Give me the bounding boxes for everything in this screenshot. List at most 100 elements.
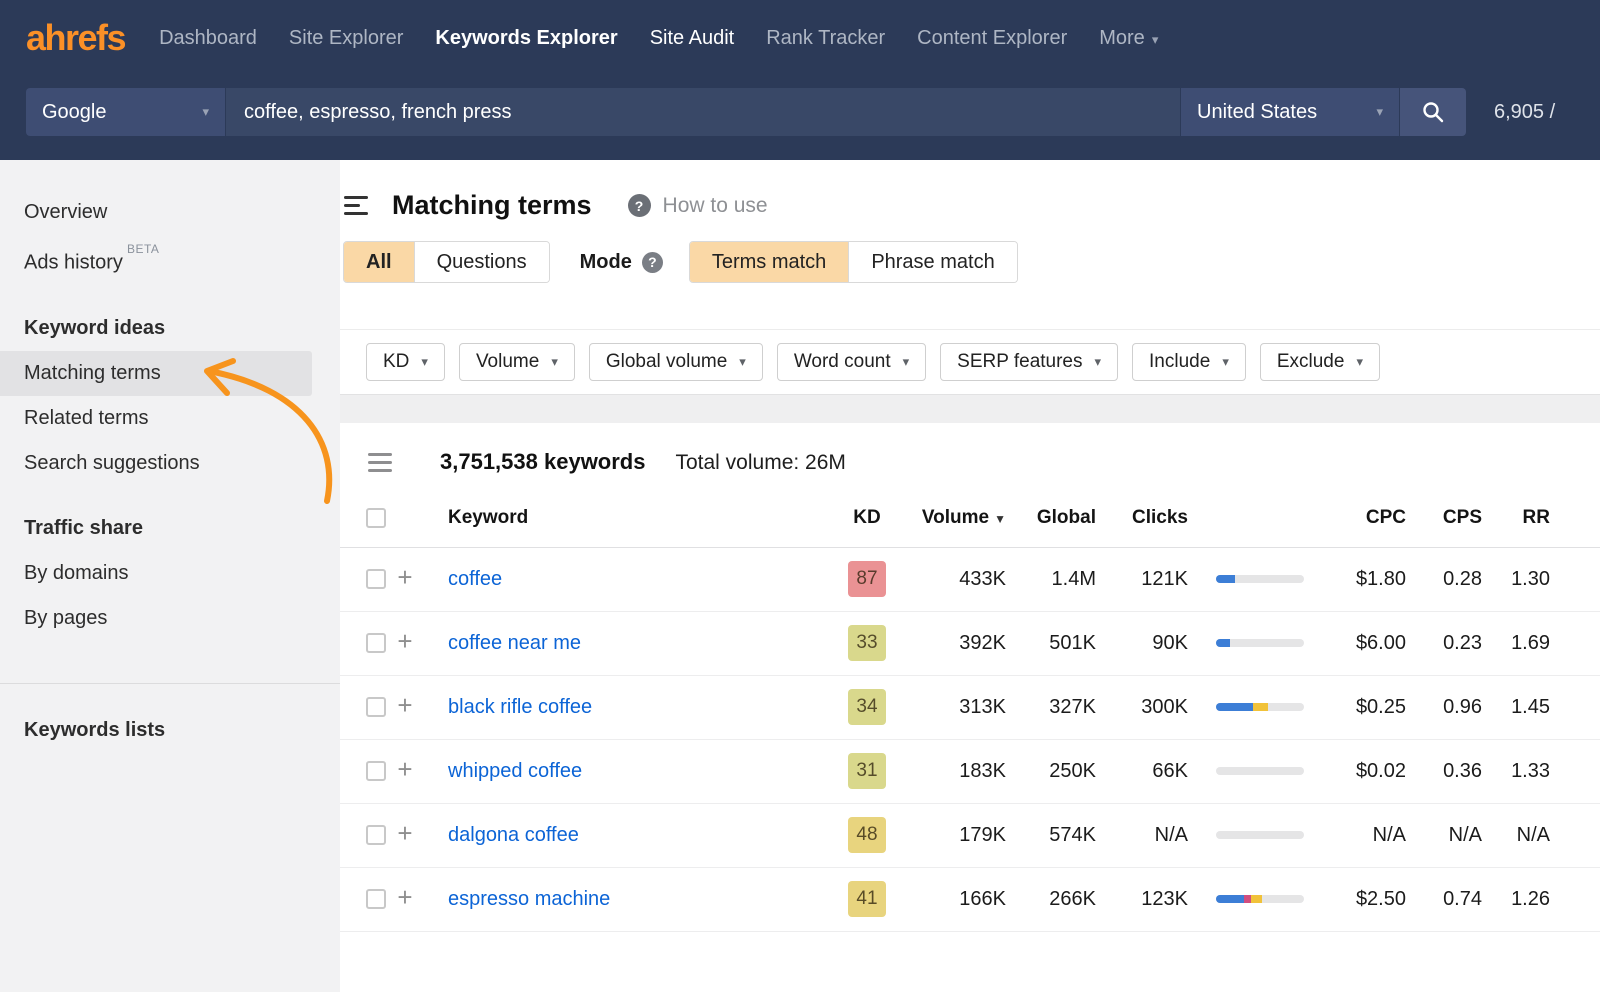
tab-all[interactable]: All [344,242,414,282]
select-all-checkbox[interactable] [366,508,386,528]
row-checkbox[interactable] [366,825,386,845]
table-row: + coffee 87 433K 1.4M 121K $1.80 0.28 1.… [340,547,1600,611]
how-to-use-link[interactable]: ? How to use [628,194,768,218]
top-navigation: ahrefs Dashboard Site Explorer Keywords … [0,0,1600,160]
row-checkbox[interactable] [366,569,386,589]
add-to-list-icon[interactable]: + [397,567,412,587]
tab-questions[interactable]: Questions [414,242,549,282]
nav-content-explorer[interactable]: Content Explorer [917,27,1067,50]
filter-global-volume-label: Global volume [606,351,727,373]
ahrefs-logo[interactable]: ahrefs [26,17,125,59]
cpc-value: $0.02 [1320,739,1432,803]
volume-value: 433K [898,547,1010,611]
filter-kd[interactable]: KD▾ [366,343,445,381]
clicks-bar [1216,895,1304,903]
cps-value: 0.96 [1432,675,1508,739]
filter-serp-features[interactable]: SERP features▾ [940,343,1118,381]
volume-value: 179K [898,803,1010,867]
col-volume[interactable]: Volume▼ [898,489,1010,547]
filter-include-label: Include [1149,351,1210,373]
beta-badge: BETA [127,242,159,256]
col-keyword[interactable]: Keyword [424,489,836,547]
row-checkbox[interactable] [366,697,386,717]
cps-value: 0.74 [1432,867,1508,931]
nav-rank-tracker[interactable]: Rank Tracker [766,27,885,50]
keyword-link[interactable]: espresso machine [448,888,610,910]
col-kd[interactable]: KD [836,489,898,547]
col-cpc[interactable]: CPC [1320,489,1432,547]
table-row: + coffee near me 33 392K 501K 90K $6.00 … [340,611,1600,675]
section-gap [340,395,1600,423]
filter-volume[interactable]: Volume▾ [459,343,575,381]
keyword-link[interactable]: dalgona coffee [448,824,579,846]
main-panel: Matching terms ? How to use All Question… [340,160,1600,992]
clicks-bar [1216,575,1304,583]
add-to-list-icon[interactable]: + [397,823,412,843]
sidebar-item-search-suggestions[interactable]: Search suggestions [0,441,340,486]
rr-value: 1.45 [1508,675,1580,739]
table-row: + dalgona coffee 48 179K 574K N/A N/A N/… [340,803,1600,867]
row-checkbox[interactable] [366,761,386,781]
chevron-down-icon: ▾ [551,354,558,370]
keyword-link[interactable]: coffee [448,568,502,590]
clicks-value: 121K [1106,547,1202,611]
sidebar-item-by-domains[interactable]: By domains [0,551,340,596]
volume-value: 183K [898,739,1010,803]
cps-value: N/A [1432,803,1508,867]
quota-counter: 6,905 / [1494,101,1555,124]
col-global[interactable]: Global [1010,489,1106,547]
filter-include[interactable]: Include▾ [1132,343,1246,381]
nav-site-explorer[interactable]: Site Explorer [289,27,404,50]
clicks-value: 90K [1106,611,1202,675]
kd-badge: 31 [848,753,886,789]
list-options-icon[interactable] [368,453,392,472]
results-summary: 3,751,538 keywords Total volume: 26M [340,423,1600,489]
search-button[interactable] [1400,88,1466,136]
keyword-link[interactable]: whipped coffee [448,760,582,782]
col-rr[interactable]: RR [1508,489,1580,547]
global-value: 1.4M [1010,547,1106,611]
add-to-list-icon[interactable]: + [397,887,412,907]
rr-value: 1.26 [1508,867,1580,931]
col-cps[interactable]: CPS [1432,489,1508,547]
sidebar-item-overview[interactable]: Overview [0,190,340,235]
keyword-link[interactable]: coffee near me [448,632,581,654]
nav-keywords-explorer[interactable]: Keywords Explorer [435,27,617,50]
keywords-input[interactable] [226,88,1180,136]
search-engine-select[interactable]: Google ▾ [26,88,226,136]
nav-row: ahrefs Dashboard Site Explorer Keywords … [0,0,1600,76]
add-to-list-icon[interactable]: + [397,759,412,779]
main-nav: Dashboard Site Explorer Keywords Explore… [159,27,1158,50]
country-value: United States [1197,101,1317,124]
sidebar-item-matching-terms[interactable]: Matching terms [0,351,312,396]
sidebar: Overview Ads historyBETA Keyword ideas M… [0,160,340,992]
country-select[interactable]: United States ▾ [1180,88,1400,136]
page-title: Matching terms [392,190,592,221]
tab-phrase-match[interactable]: Phrase match [848,242,1016,282]
mode-help-icon[interactable]: ? [642,252,663,273]
table-header-row: Keyword KD Volume▼ Global Clicks CPC CPS… [340,489,1600,547]
nav-site-audit[interactable]: Site Audit [650,27,735,50]
tab-terms-match[interactable]: Terms match [690,242,848,282]
sidebar-item-related-terms[interactable]: Related terms [0,396,340,441]
sidebar-divider [0,683,340,684]
report-menu-icon[interactable] [344,196,368,215]
col-clicks[interactable]: Clicks [1106,489,1202,547]
add-to-list-icon[interactable]: + [397,631,412,651]
sidebar-item-by-pages[interactable]: By pages [0,596,340,641]
filter-exclude[interactable]: Exclude▾ [1260,343,1380,381]
row-checkbox[interactable] [366,889,386,909]
filter-word-count[interactable]: Word count▾ [777,343,926,381]
nav-more[interactable]: More▾ [1099,27,1158,50]
filter-global-volume[interactable]: Global volume ▾ [589,343,763,381]
nav-dashboard[interactable]: Dashboard [159,27,257,50]
mode-label: Mode [580,251,632,274]
sidebar-item-ads-history[interactable]: Ads historyBETA [0,235,340,286]
cps-value: 0.28 [1432,547,1508,611]
chevron-down-icon: ▾ [739,354,746,370]
cpc-value: $0.25 [1320,675,1432,739]
row-checkbox[interactable] [366,633,386,653]
add-to-list-icon[interactable]: + [397,695,412,715]
keyword-link[interactable]: black rifle coffee [448,696,592,718]
kd-badge: 41 [848,881,886,917]
